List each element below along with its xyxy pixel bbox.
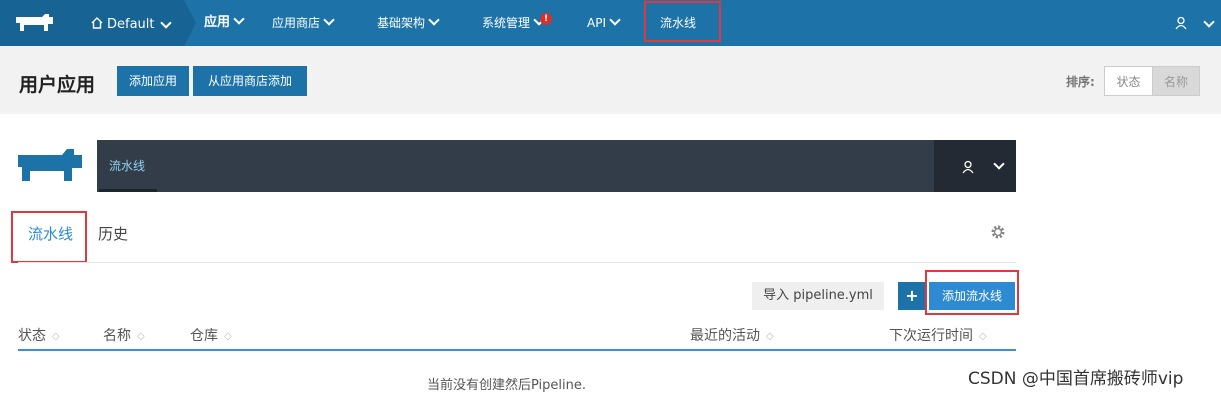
chevron-down-icon — [233, 13, 245, 25]
nav-item-apps[interactable]: 应用 — [204, 0, 245, 46]
pipeline-user-menu[interactable] — [934, 140, 1016, 192]
chevron-down-icon — [1203, 16, 1215, 28]
chevron-down-icon — [428, 14, 440, 26]
tabs-divider — [18, 262, 1016, 263]
gear-icon[interactable] — [990, 224, 1006, 244]
sort-icon: ◇ — [137, 331, 145, 342]
sort-by-name-button[interactable]: 名称 — [1152, 66, 1200, 96]
environment-selector[interactable]: Default — [66, 0, 196, 46]
environment-label: Default — [107, 17, 155, 32]
nav-item-api[interactable]: API — [587, 0, 621, 46]
page-title: 用户应用 — [19, 74, 96, 96]
highlight-box — [925, 270, 1019, 315]
nav-item-label: 应用商店 — [272, 16, 321, 30]
column-label: 名称 — [103, 328, 131, 344]
sort-label: 排序: — [1066, 75, 1095, 89]
column-header-name[interactable]: 名称 ◇ — [103, 325, 145, 345]
sort-icon: ◇ — [766, 331, 774, 342]
home-icon — [90, 15, 104, 34]
nav-item-catalog[interactable]: 应用商店 — [272, 0, 335, 46]
column-header-repository[interactable]: 仓库 ◇ — [190, 325, 232, 345]
chevron-down-icon — [323, 14, 335, 26]
user-menu[interactable] — [1170, 0, 1216, 46]
chevron-down-icon — [609, 14, 621, 26]
sort-icon: ◇ — [979, 331, 987, 342]
rancher-logo[interactable] — [0, 0, 66, 46]
watermark: CSDN @中国首席搬砖师vip — [968, 369, 1184, 389]
add-from-catalog-button[interactable]: 从应用商店添加 — [193, 66, 307, 96]
tab-pipeline-header[interactable]: 流水线 — [97, 140, 159, 192]
sort-by-state-button[interactable]: 状态 — [1104, 66, 1153, 96]
user-icon — [961, 159, 975, 178]
empty-state-message: 当前没有创建然后Pipeline. — [427, 378, 587, 393]
chevron-down-icon — [993, 158, 1005, 170]
tab-history[interactable]: 历史 — [98, 223, 128, 244]
nav-item-label: 系统管理 — [482, 16, 531, 30]
highlight-box — [11, 211, 87, 263]
import-pipeline-button[interactable]: 导入 pipeline.yml — [752, 282, 884, 310]
plus-icon[interactable]: + — [898, 282, 926, 310]
column-header-next-run[interactable]: 下次运行时间 ◇ — [889, 325, 987, 345]
highlight-box — [644, 1, 721, 42]
alert-icon: ! — [540, 13, 553, 25]
column-label: 最近的活动 — [690, 328, 760, 344]
nav-item-infrastructure[interactable]: 基础架构 — [377, 0, 440, 46]
column-header-recent-activity[interactable]: 最近的活动 ◇ — [690, 325, 774, 345]
nav-item-label: API — [587, 16, 606, 30]
user-icon — [1174, 15, 1188, 34]
top-navbar: Default 应用 应用商店 基础架构 系统管理! API 流水线 — [0, 0, 1221, 46]
chevron-down-icon — [160, 17, 172, 29]
nav-item-admin[interactable]: 系统管理! — [482, 0, 555, 46]
sort-icon: ◇ — [52, 331, 60, 342]
pipeline-header-bar: 流水线 — [97, 140, 1016, 192]
tab-label: 流水线 — [109, 159, 146, 173]
nav-item-label: 应用 — [204, 15, 231, 30]
nav-item-label: 基础架构 — [377, 16, 426, 30]
pipeline-logo — [18, 147, 88, 187]
table-header-divider — [18, 349, 1016, 351]
column-header-state[interactable]: 状态 ◇ — [18, 325, 60, 345]
column-label: 状态 — [18, 328, 46, 344]
column-label: 下次运行时间 — [889, 328, 973, 344]
sort-icon: ◇ — [224, 331, 232, 342]
add-app-button[interactable]: 添加应用 — [117, 66, 189, 96]
column-label: 仓库 — [190, 328, 218, 344]
